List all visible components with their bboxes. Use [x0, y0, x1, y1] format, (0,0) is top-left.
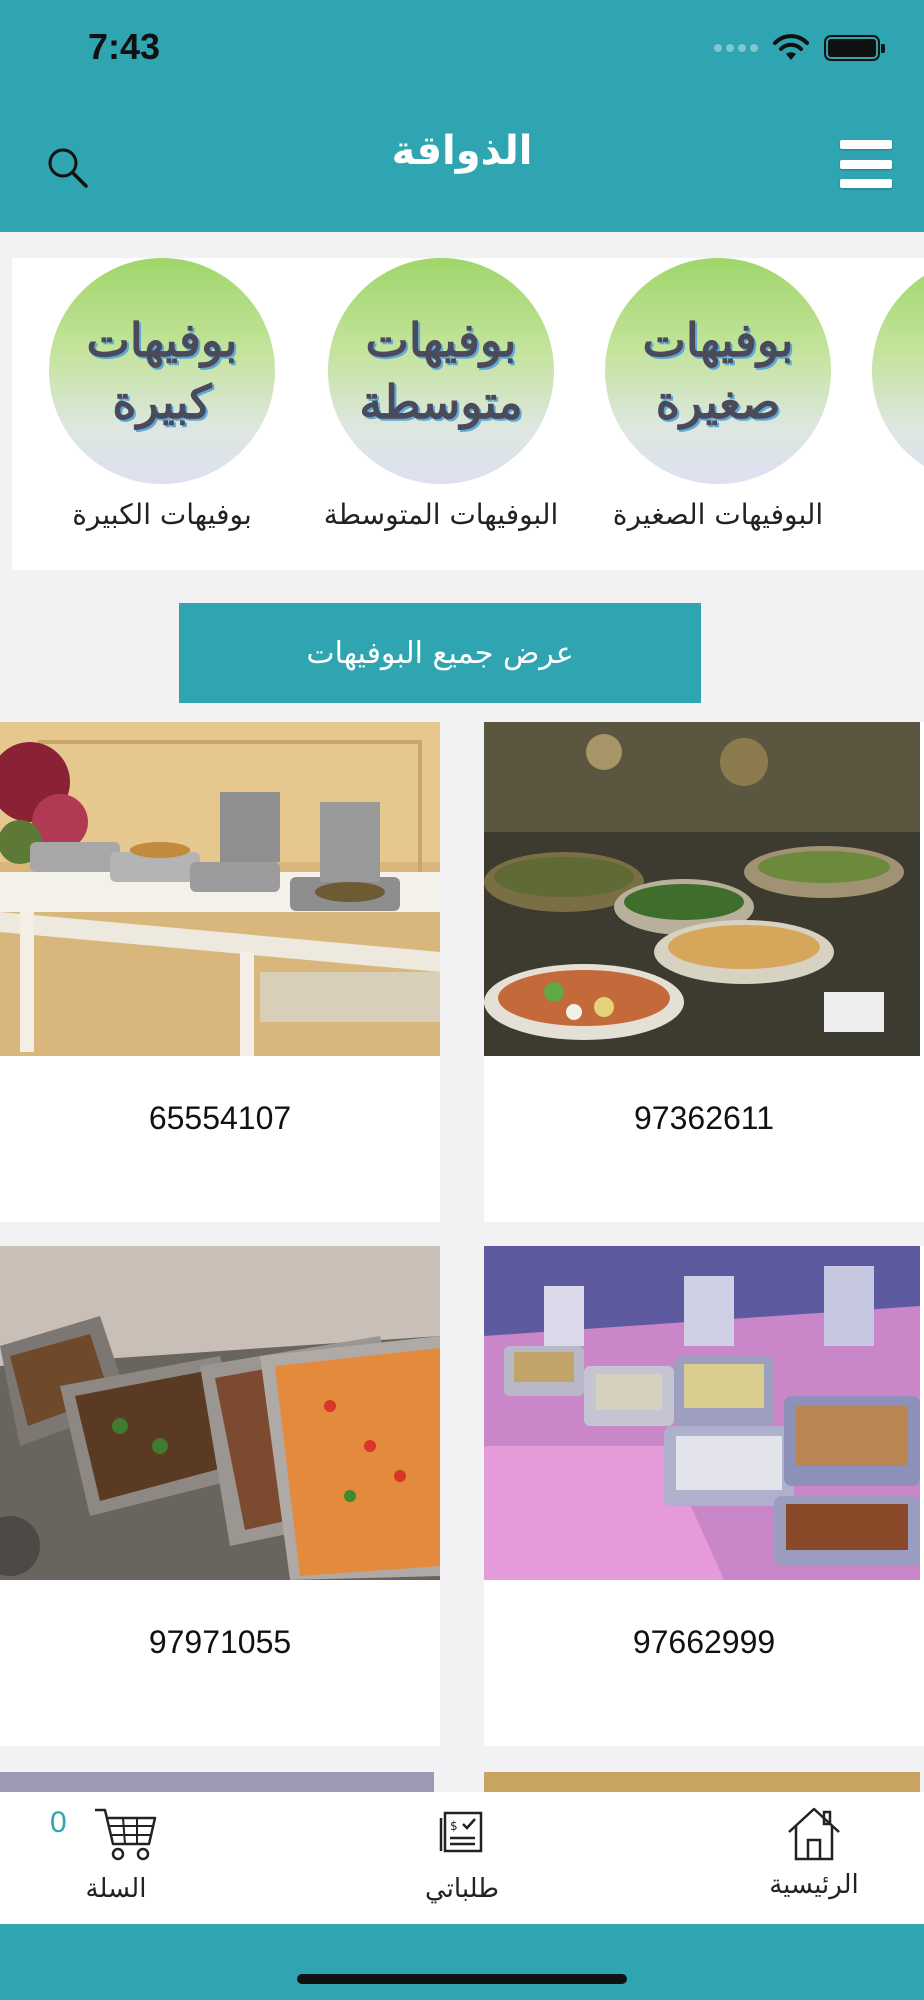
nav-orders-label: طلباتي: [425, 1874, 499, 1904]
product-phone: 97362611: [634, 1100, 774, 1136]
product-phone: 97662999: [632, 1624, 776, 1660]
category-medium-buffets[interactable]: بوفيهات متوسطة البوفيهات المتوسطة: [306, 258, 576, 531]
product-card[interactable]: 97971055: [0, 1246, 440, 1746]
buffet-photo: [484, 1246, 920, 1580]
product-card[interactable]: 97362611: [484, 722, 924, 1222]
product-phone: 97971055: [148, 1624, 292, 1660]
nav-home[interactable]: الرئيسية: [724, 1792, 904, 1924]
signal-icon: [714, 44, 758, 52]
category-image: بوفيهات كبيرة: [49, 258, 275, 484]
status-time: 7:43: [88, 26, 161, 67]
product-card[interactable]: 97662999: [484, 1246, 924, 1746]
category-label: البوفيهات الصغيرة: [612, 498, 824, 531]
nav-cart-label: السلة: [85, 1874, 147, 1904]
category-image-text: بوفيهات: [642, 313, 794, 367]
category-label: بوفيهات الكبيرة: [72, 498, 252, 531]
hamburger-menu-icon[interactable]: [840, 140, 892, 188]
home-indicator[interactable]: [297, 1974, 627, 1984]
category-image: بوفيهات صغيرة: [605, 258, 831, 484]
nav-cart[interactable]: 0 السلة: [26, 1792, 206, 1924]
battery-icon: [824, 35, 885, 61]
category-image: بوفيهات متوسطة: [328, 258, 554, 484]
category-image-text: صغيرة: [655, 375, 781, 429]
product-card-partial[interactable]: [484, 1772, 920, 1792]
app-header: 7:43 الذواقة: [0, 0, 924, 232]
buffet-photo: [0, 722, 440, 1056]
nav-orders[interactable]: $ طلباتي: [372, 1792, 552, 1924]
wifi-icon: [773, 34, 809, 60]
status-icons: [714, 34, 885, 62]
category-large-buffets[interactable]: بوفيهات كبيرة بوفيهات الكبيرة: [27, 258, 297, 531]
cart-count-badge: 0: [50, 1806, 67, 1839]
category-image-text: بوفيهات: [86, 313, 238, 367]
search-icon[interactable]: [44, 144, 92, 192]
buffet-photo: [484, 722, 920, 1056]
home-indicator-area: [0, 1924, 924, 2000]
cart-icon: [95, 1808, 157, 1861]
nav-home-label: الرئيسية: [769, 1870, 859, 1900]
product-card[interactable]: 65554107: [0, 722, 440, 1222]
category-carousel[interactable]: بوفيهات كبيرة بوفيهات الكبيرة بوفيهات مت…: [12, 258, 924, 570]
category-partial[interactable]: [872, 258, 924, 484]
orders-icon: $: [439, 1811, 483, 1853]
category-image-text: كبيرة: [112, 375, 212, 429]
category-label: البوفيهات المتوسطة: [323, 498, 559, 531]
show-all-buffets-button[interactable]: عرض جميع البوفيهات: [179, 603, 701, 703]
page-title: الذواقة: [391, 128, 533, 174]
product-phone: 65554107: [148, 1100, 292, 1136]
home-icon: [788, 1807, 840, 1861]
svg-text:$: $: [450, 1819, 458, 1833]
bottom-navigation: 0 السلة $ طلباتي الرئيسية: [0, 1792, 924, 1924]
product-card-partial[interactable]: [0, 1772, 434, 1792]
buffet-photo: [0, 1246, 440, 1580]
category-image-text: بوفيهات: [365, 313, 517, 367]
category-small-buffets[interactable]: بوفيهات صغيرة البوفيهات الصغيرة: [583, 258, 853, 531]
category-image-text: متوسطة: [359, 375, 523, 429]
